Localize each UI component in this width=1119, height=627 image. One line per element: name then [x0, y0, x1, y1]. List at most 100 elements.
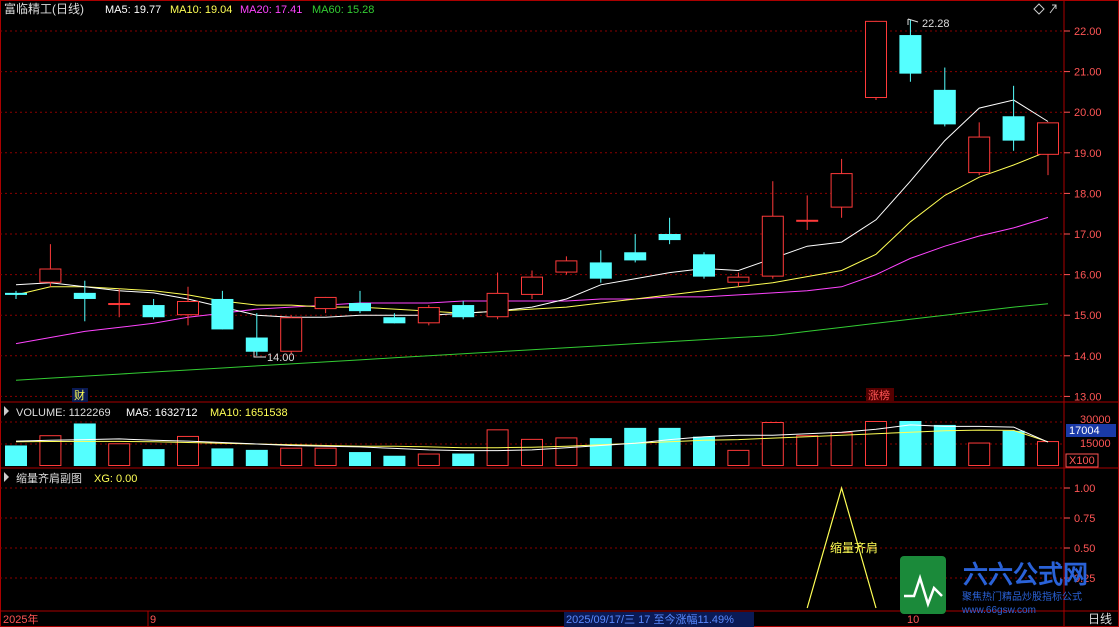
price-axis-label: 21.00 — [1074, 67, 1102, 79]
price-axis-label: 13.00 — [1074, 391, 1102, 403]
volume-bar — [589, 438, 612, 466]
price-axis-label: 16.00 — [1074, 270, 1102, 282]
candle-body — [39, 268, 62, 283]
marker-zhangbang[interactable]: 涨榜 — [866, 388, 894, 402]
candle-body — [658, 234, 681, 241]
volume-bar — [658, 427, 681, 466]
candle — [486, 272, 509, 320]
volume-bar — [73, 423, 96, 466]
price-axis-label: 17.00 — [1074, 229, 1102, 241]
expand-arrow-icon[interactable] — [1049, 4, 1057, 14]
candle — [521, 270, 543, 299]
candle — [658, 217, 681, 245]
candle-body — [968, 136, 991, 174]
candle — [968, 122, 991, 176]
candle — [589, 250, 612, 283]
footer-status: 2025/09/17/三 17 至今涨幅11.49% — [566, 612, 734, 626]
candle — [624, 234, 647, 263]
candle-body — [624, 252, 647, 261]
candle-body — [1037, 122, 1059, 155]
candle-body — [211, 298, 234, 330]
volume-bar — [624, 427, 647, 466]
candle-body — [761, 215, 784, 277]
high-price-marker: 22.28 — [907, 18, 950, 30]
candle — [555, 256, 578, 275]
candle — [796, 195, 819, 230]
indicator-axis-label: 0.75 — [1074, 513, 1095, 525]
indicator-collapse-icon[interactable] — [4, 472, 9, 482]
volume-ma10-legend: MA10: 1651538 — [210, 407, 288, 419]
volume-bar — [727, 449, 750, 467]
svg-text:涨榜: 涨榜 — [868, 388, 890, 402]
volume-collapse-icon[interactable] — [4, 406, 9, 416]
ma20-legend: MA20: 17.41 — [240, 4, 302, 16]
settings-diamond-icon[interactable] — [1033, 3, 1045, 15]
ma60-legend: MA60: 15.28 — [312, 4, 374, 16]
price-axis-label: 20.00 — [1074, 107, 1102, 119]
footer-month10: 10 — [907, 614, 919, 626]
price-axis-label: 14.00 — [1074, 351, 1102, 363]
volume-bar — [383, 455, 406, 466]
volume-bar — [761, 422, 784, 466]
candle — [314, 296, 337, 314]
candle-body — [245, 337, 268, 352]
svg-text:22.28: 22.28 — [922, 18, 950, 30]
grid-lines — [0, 30, 1064, 579]
candle-body — [589, 262, 612, 279]
footer-year: 2025年 — [3, 612, 38, 626]
candle-body — [349, 303, 371, 312]
volume-bar — [1037, 441, 1059, 466]
volume-ma5-legend: MA5: 1632712 — [126, 407, 198, 419]
brand-slogan: 聚焦热门精品炒股指标公式 — [962, 590, 1082, 603]
candle-body — [383, 317, 406, 324]
candle-body — [314, 296, 337, 310]
candle-body — [73, 292, 96, 299]
volume-bar — [349, 452, 371, 466]
indicator-axis-label: 0.50 — [1074, 543, 1095, 555]
candle — [39, 244, 62, 287]
candle-body — [486, 292, 509, 318]
price-axis-label: 18.00 — [1074, 188, 1102, 200]
volume-bar — [142, 449, 165, 466]
volume-bars[interactable] — [5, 421, 1059, 467]
candle — [452, 300, 475, 320]
stock-chart-stage: 22.00 21.00 20.00 19.00 18.00 17.00 16.00 15.00… — [0, 0, 1119, 627]
volume-bar — [796, 435, 819, 467]
brand-watermark: 六六公式网 聚焦热门精品炒股指标公式 www.66gsw.com — [900, 556, 1088, 616]
footer-period-tab[interactable]: 日线 — [1088, 612, 1112, 626]
indicator-title[interactable]: 缩量齐肩副图 — [16, 471, 82, 485]
volume-bar — [899, 421, 922, 466]
volume-bar — [280, 447, 303, 466]
candle-body — [142, 305, 165, 318]
low-price-marker: 14.00 — [253, 351, 295, 364]
candlesticks[interactable] — [5, 19, 1059, 356]
marker-cai[interactable]: 财 — [72, 388, 88, 402]
volume-bar — [1002, 430, 1025, 466]
candle-body — [727, 276, 750, 283]
candle-body — [865, 20, 887, 98]
candle — [761, 181, 784, 279]
svg-text:14.00: 14.00 — [267, 352, 295, 364]
ma5-legend: MA5: 19.77 — [105, 4, 161, 16]
volume-bar — [211, 448, 234, 466]
candle — [865, 20, 887, 101]
candle-body — [280, 317, 303, 352]
candle — [211, 290, 234, 330]
candle-body — [933, 89, 956, 125]
price-axis-label: 19.00 — [1074, 148, 1102, 160]
stock-title[interactable]: 富临精工(日线) — [4, 1, 84, 16]
candle — [349, 290, 371, 314]
candle — [899, 19, 922, 82]
moving-average-lines — [15, 99, 1049, 381]
volume-bar — [5, 445, 27, 466]
brand-name: 六六公式网 — [963, 561, 1088, 589]
candle — [1002, 85, 1025, 151]
candle — [177, 286, 199, 326]
indicator-axis-label: 1.00 — [1074, 483, 1095, 495]
svg-text:财: 财 — [74, 388, 85, 402]
price-axis-labels: 22.00 21.00 20.00 19.00 18.00 17.00 16.00 15.00… — [1064, 26, 1102, 585]
candle-body — [1002, 116, 1025, 141]
candle — [693, 252, 715, 279]
footer-month9: 9 — [150, 614, 156, 626]
signal-label: 缩量齐肩 — [830, 540, 878, 555]
